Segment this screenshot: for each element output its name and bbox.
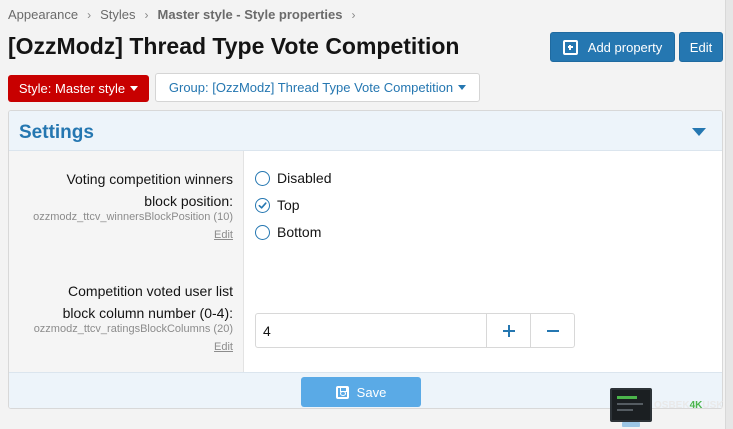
add-property-label: Add property: [587, 39, 663, 55]
radio-option-disabled-label: Disabled: [277, 170, 332, 186]
label-column: Voting competition winners block positio…: [9, 151, 244, 372]
checkmark-icon: [258, 201, 267, 209]
monitor-bar: [617, 396, 637, 399]
radio-option-top-label: Top: [277, 197, 300, 213]
winners-position-label-line2: block position:: [144, 193, 233, 209]
breadcrumb-master-style[interactable]: Master style - Style properties: [158, 7, 343, 22]
plus-icon-vertical: [507, 324, 510, 337]
breadcrumb: Appearance › Styles › Master style - Sty…: [8, 7, 365, 22]
radio-option-bottom[interactable]: Bottom: [255, 222, 321, 242]
winners-position-label: Voting competition winners block positio…: [66, 168, 233, 212]
edit-button[interactable]: Edit: [679, 32, 723, 62]
watermark-logo: OSBEK4KUSK: [610, 388, 723, 429]
radio-checked-icon: [255, 197, 270, 213]
breadcrumb-chevron-icon: ›: [87, 7, 92, 22]
watermark-text-a: OSBEK: [654, 400, 690, 411]
settings-form: Voting competition winners block positio…: [9, 151, 722, 372]
window-edge: [725, 0, 733, 429]
settings-panel: Settings Voting competition winners bloc…: [8, 110, 723, 409]
column-number-label: Competition voted user list block column…: [63, 280, 233, 324]
column-number-stepper: [255, 313, 575, 348]
breadcrumb-styles[interactable]: Styles: [100, 7, 135, 22]
column-number-input[interactable]: [256, 314, 486, 347]
watermark-text-c: USK: [702, 400, 724, 411]
caret-down-icon: [458, 85, 467, 90]
radio-option-bottom-label: Bottom: [277, 224, 322, 240]
winners-position-edit-link[interactable]: Edit: [214, 229, 233, 241]
group-selector-button[interactable]: Group: [OzzModz] Thread Type Vote Compet…: [155, 73, 480, 102]
plus-square-icon: [562, 39, 578, 55]
column-number-label-line2: block column number (0-4):: [62, 305, 233, 321]
monitor-bar: [617, 403, 643, 405]
save-label: Save: [356, 384, 387, 400]
column-number-edit-link[interactable]: Edit: [214, 341, 233, 353]
collapse-toggle-icon[interactable]: [692, 128, 706, 136]
watermark-text-b: 4K: [689, 400, 703, 411]
settings-title: Settings: [19, 122, 94, 143]
monitor-bar: [617, 409, 633, 411]
increment-button[interactable]: [486, 314, 530, 347]
column-number-label-line1: Competition voted user list: [68, 283, 233, 299]
add-property-button[interactable]: Add property: [550, 32, 675, 62]
page-title: [OzzModz] Thread Type Vote Competition: [8, 33, 460, 59]
monitor-icon: [610, 388, 652, 422]
decrement-button[interactable]: [530, 314, 574, 347]
style-selector-button[interactable]: Style: Master style: [8, 75, 149, 102]
radio-option-disabled[interactable]: Disabled: [255, 168, 331, 188]
edit-label: Edit: [689, 39, 713, 55]
winners-position-key: ozzmodz_ttcv_winnersBlockPosition (10): [33, 211, 233, 223]
radio-unchecked-icon: [255, 170, 270, 186]
column-number-key: ozzmodz_ttcv_ratingsBlockColumns (20): [33, 323, 233, 335]
settings-header[interactable]: Settings: [9, 111, 722, 151]
floppy-disk-icon: [335, 385, 349, 399]
save-button[interactable]: Save: [301, 377, 421, 407]
winners-position-label-line1: Voting competition winners: [66, 171, 233, 187]
radio-option-top[interactable]: Top: [255, 195, 300, 215]
minus-icon: [546, 329, 559, 332]
radio-unchecked-icon: [255, 224, 270, 240]
monitor-stand: [622, 422, 640, 427]
breadcrumb-chevron-icon: ›: [144, 7, 149, 22]
watermark-text: OSBEK4KUSK: [654, 400, 723, 411]
breadcrumb-chevron-icon: ›: [351, 7, 356, 22]
breadcrumb-appearance[interactable]: Appearance: [8, 7, 78, 22]
caret-down-icon: [130, 86, 139, 91]
group-selector-label: Group: [OzzModz] Thread Type Vote Compet…: [168, 80, 454, 95]
style-selector-label: Style: Master style: [18, 81, 126, 96]
